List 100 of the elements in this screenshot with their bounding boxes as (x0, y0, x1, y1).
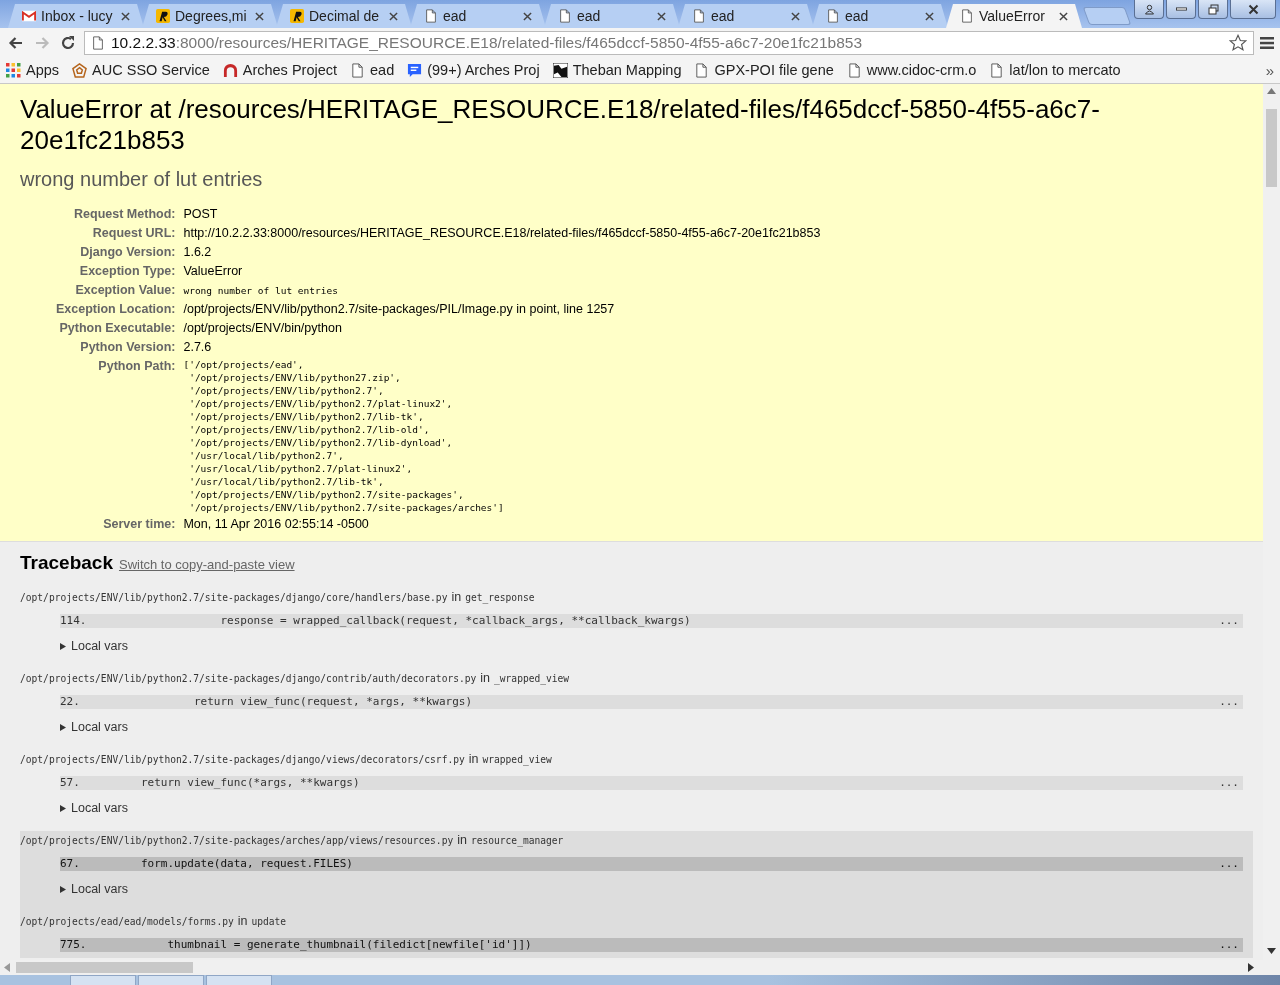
local-vars-toggle[interactable]: Local vars (71, 720, 128, 734)
scroll-right-icon[interactable] (1248, 963, 1254, 972)
meta-value: http://10.2.2.33:8000/resources/HERITAGE_RESOURCE.E18/related-files/f465dccf-5850-4f55-a6c7-20e1fc21b853 (183, 225, 821, 242)
in-label: in (237, 914, 248, 928)
meta-label: Request Method: (73, 206, 177, 223)
meta-label: Python Version: (79, 339, 177, 356)
path-entry: '/opt/projects/ENV/lib/python2.7', (188, 384, 385, 397)
logo-icon (156, 9, 170, 23)
close-button[interactable] (1230, 0, 1276, 19)
minimize-button[interactable] (1166, 0, 1196, 19)
page-icon (960, 9, 974, 23)
meta-label: Python Executable: (20, 319, 184, 338)
profile-button[interactable] (1134, 0, 1164, 19)
vertical-scrollbar[interactable] (1263, 84, 1280, 960)
path-entry: '/opt/projects/ENV/lib/python2.7/lib-dynload', (188, 436, 454, 449)
function-name: get_response (465, 592, 535, 603)
horizontal-scrollbar[interactable] (0, 960, 1280, 975)
traceback-heading: Traceback (20, 552, 113, 574)
expand-triangle-icon[interactable] (60, 804, 66, 812)
meta-value: Mon, 11 Apr 2016 02:55:14 -0500 (183, 516, 370, 533)
close-icon[interactable] (791, 11, 800, 21)
close-icon[interactable] (925, 11, 934, 21)
browser-tab[interactable]: ead (410, 4, 546, 28)
function-name: resource_manager (470, 835, 564, 846)
logo-icon (290, 9, 304, 23)
person-icon (1143, 3, 1155, 15)
path-entry: '/opt/projects/ENV/lib/python2.7/plat-linux2', (188, 397, 454, 410)
page-icon (692, 9, 706, 23)
bookmark[interactable]: (99+) Arches Proj (407, 62, 540, 78)
scroll-down-icon[interactable] (1267, 948, 1276, 954)
file-path: /opt/projects/ENV/lib/python2.7/site-packages/django/contrib/auth/decorators.py (20, 673, 477, 684)
apps-grid-icon (6, 62, 21, 78)
in-label: in (451, 590, 462, 604)
arch-icon (222, 62, 238, 78)
meta-value: POST (183, 206, 219, 223)
pentagon-icon (72, 62, 88, 78)
path-entry: '/usr/local/lib/python2.7', (188, 449, 345, 462)
page-icon (846, 62, 862, 78)
close-icon[interactable] (389, 11, 398, 21)
path-entry: '/usr/local/lib/python2.7/plat-linux2', (188, 462, 414, 475)
expand-triangle-icon[interactable] (60, 885, 66, 893)
path-entry: '/opt/projects/ENV/lib/python2.7/lib-old', (188, 423, 431, 436)
map-icon (552, 62, 568, 78)
local-vars-toggle[interactable]: Local vars (71, 882, 128, 896)
in-label: in (457, 833, 467, 847)
address-field[interactable]: 10.2.2.33:8000/resources/HERITAGE_RESOURCE.E18/related-files/f465dccf-5850-4f55-a6c7-20e1fc21b853 (84, 30, 1254, 55)
browser-tab[interactable]: ead (812, 4, 948, 28)
browser-tab[interactable]: Degrees,mi (142, 4, 278, 28)
page-icon (350, 62, 365, 78)
browser-tab[interactable]: Decimal de (276, 4, 412, 28)
bookmark[interactable]: lat/lon to mercato (989, 62, 1121, 78)
meta-value: /opt/projects/ENV/lib/python2.7/site-packages/PIL/Image.py in point, line 1257 (183, 301, 616, 318)
scroll-thumb[interactable] (1266, 109, 1277, 187)
file-path: /opt/projects/ead/ead/models/forms.py (20, 916, 234, 927)
bookmark[interactable]: www.cidoc-crm.o (846, 62, 977, 78)
local-vars-toggle[interactable]: Local vars (71, 639, 128, 653)
meta-label: Server time: (102, 516, 177, 533)
page-icon (91, 35, 105, 50)
close-icon (1247, 3, 1259, 15)
browser-tab[interactable]: ead (544, 4, 680, 28)
bookmark[interactable]: Arches Project (222, 62, 337, 78)
function-name: _wrapped_view (494, 673, 570, 684)
error-title: ValueError at /resources/HERITAGE_RESOURCE.E18/related-files/f465dccf-5850-4f55-a6c7-20e1fc21b853 (20, 94, 1101, 156)
page-icon (424, 9, 438, 23)
more-bookmarks-button[interactable]: » (1265, 61, 1274, 79)
close-icon[interactable] (657, 11, 666, 21)
function-name: update (251, 916, 287, 927)
scroll-up-icon[interactable] (1267, 88, 1276, 94)
expand-triangle-icon[interactable] (60, 642, 66, 650)
mail-icon (22, 9, 36, 23)
minimize-icon (1175, 7, 1187, 11)
meta-value: wrong number of lut entries (183, 284, 339, 298)
chat-icon (407, 62, 423, 78)
meta-label: Exception Value: (20, 281, 184, 300)
expand-triangle-icon[interactable] (60, 723, 66, 731)
in-label: in (480, 671, 491, 685)
maximize-button[interactable] (1198, 0, 1228, 19)
browser-tab[interactable]: ead (678, 4, 814, 28)
browser-tab[interactable]: ValueError (946, 4, 1082, 28)
close-icon[interactable] (523, 11, 532, 21)
bookmark[interactable]: Apps (6, 62, 60, 78)
browser-tab[interactable]: Inbox - lucy (8, 4, 144, 28)
close-icon[interactable] (1059, 11, 1068, 21)
in-label: in (468, 752, 479, 766)
scroll-thumb[interactable] (16, 962, 193, 973)
page-icon (826, 9, 840, 23)
meta-label: Exception Type: (20, 262, 184, 281)
close-icon[interactable] (255, 11, 264, 21)
bookmark[interactable]: AUC SSO Service (72, 62, 210, 78)
star-icon[interactable] (1229, 33, 1247, 52)
local-vars-toggle[interactable]: Local vars (71, 801, 128, 815)
meta-value: 1.6.2 (183, 244, 213, 261)
bookmark[interactable]: Theban Mapping (552, 62, 682, 78)
path-entry: '/usr/local/lib/python2.7/lib-tk', (188, 475, 385, 488)
bookmark[interactable]: GPX-POI file gene (694, 62, 834, 78)
switch-view-link[interactable]: Switch to copy-and-paste view (118, 557, 295, 572)
menu-icon[interactable] (1260, 35, 1274, 50)
restore-icon (1207, 3, 1219, 15)
bookmark[interactable]: ead (350, 62, 395, 78)
close-icon[interactable] (121, 11, 130, 21)
